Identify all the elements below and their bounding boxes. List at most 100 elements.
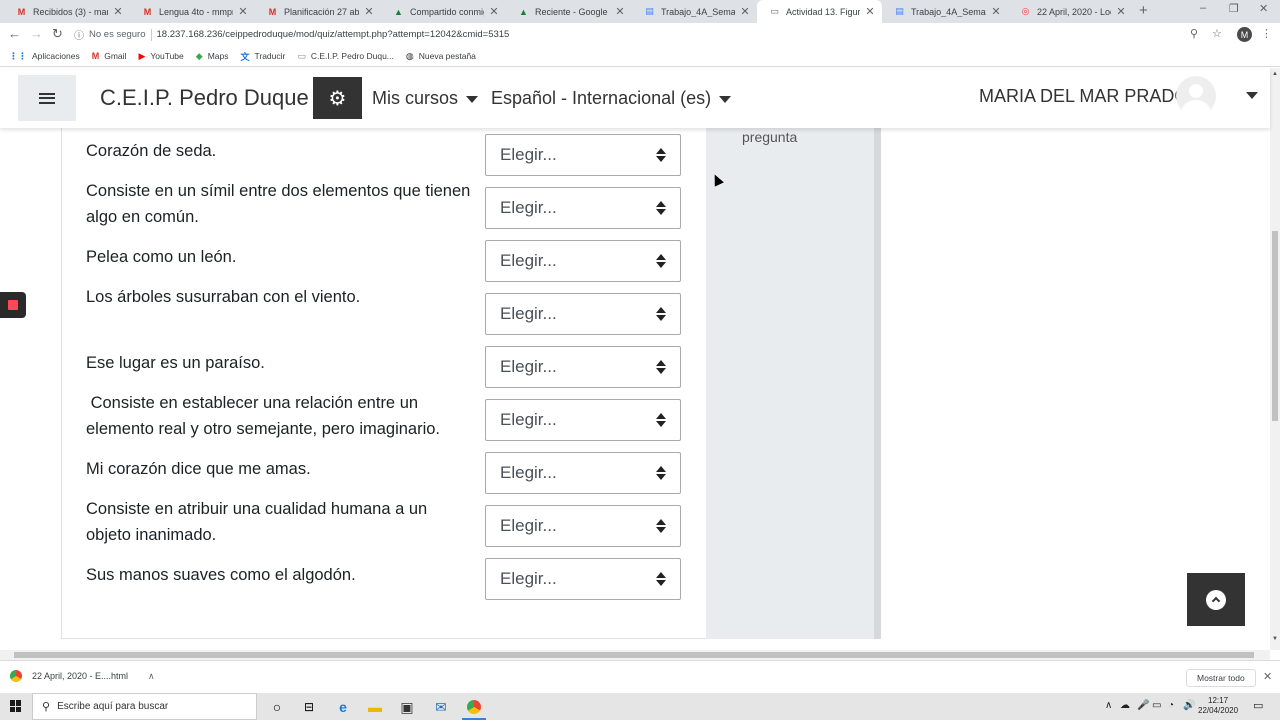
browser-menu-icon[interactable]: ⋮ [1261,27,1272,40]
bookmark-label: Maps [207,51,229,61]
close-tab-icon[interactable]: ✕ [363,5,375,18]
volume-icon[interactable]: 🔊 [1183,700,1195,711]
answer-select[interactable]: Elegir... [485,240,681,282]
task-view-icon[interactable]: ⊟ [300,698,318,716]
bookmark-item[interactable]: ◆ Maps [196,51,229,62]
site-name[interactable]: C.E.I.P. Pedro Duque [100,85,309,111]
profile-avatar[interactable]: M [1237,27,1252,42]
edge-icon[interactable]: e [334,698,352,716]
hamburger-menu-button[interactable] [18,75,76,121]
close-tab-icon[interactable]: ✕ [1115,5,1127,18]
page-content: pregunta Corazón de seda. Elegir... Consis… [0,128,1270,648]
store-icon[interactable]: ▣ [398,698,416,716]
bookmark-item[interactable]: ▭ C.E.I.P. Pedro Duqu... [297,51,394,62]
address-bar[interactable]: ⓘ No es seguro 18.237.168.236/ceippedrod… [74,25,1234,44]
scroll-up-icon[interactable]: ▲ [1272,71,1278,77]
column-divider [874,128,881,639]
cogs-menu-button[interactable]: ⚙ [313,77,362,119]
browser-tab[interactable]: ▲ Reciente - Google Drive ✕ [506,0,632,23]
scroll-down-icon[interactable]: ▼ [1272,636,1278,642]
search-icon: ⚲ [42,701,51,713]
answer-select[interactable]: Elegir... [485,346,681,388]
sort-arrows-icon [656,253,666,271]
restore-icon[interactable]: ❐ [1229,2,1239,15]
download-item[interactable]: 22 April, 2020 - E....html ∧ [10,670,155,682]
answer-select[interactable]: Elegir... [485,558,681,600]
minimize-icon[interactable]: – [1200,2,1206,14]
close-tab-icon[interactable]: ✕ [614,5,626,18]
file-explorer-icon[interactable]: ▬ [366,698,384,716]
bookmark-item[interactable]: ◍ Nueva pestaña [406,51,476,62]
answer-select[interactable]: Elegir... [485,187,681,229]
mail-icon[interactable]: ✉ [432,698,450,716]
reload-icon[interactable]: ↻ [52,26,63,42]
browser-tab[interactable]: ▭ Actividad 13. Figuras lit ✕ [757,0,882,23]
horizontal-scrollbar[interactable] [0,650,1270,660]
apps-grid-icon: ⋮⋮ [9,50,27,61]
chrome-icon[interactable] [462,698,486,720]
network-icon[interactable]: ◔ [1168,700,1174,711]
info-icon[interactable]: ⓘ [74,27,84,42]
answer-select[interactable]: Elegir... [485,399,681,441]
answer-select-value: Elegir... [500,516,557,535]
user-menu-caret-icon[interactable] [1246,92,1258,99]
browser-tab[interactable]: ▤ Trabajo_4A_Semana27 ✕ [882,0,1008,23]
horizontal-scroll-thumb[interactable] [14,652,1254,658]
tray-chevron-up-icon[interactable]: ∧ [1105,700,1112,711]
new-tab-icon[interactable]: + [1139,2,1148,19]
notifications-icon[interactable]: ▭ [1253,699,1263,712]
bookmark-item[interactable]: 文 Traducir [240,50,285,63]
close-tab-icon[interactable]: ✕ [112,5,124,18]
forward-icon[interactable]: → [30,26,43,41]
browser-tab-title: Actividad 13. Figuras lit [786,6,860,17]
show-all-downloads-button[interactable]: Mostrar todo [1186,669,1256,687]
bookmark-item[interactable]: ⋮⋮ Aplicaciones [9,51,80,62]
user-avatar[interactable] [1176,76,1216,116]
answer-select[interactable]: Elegir... [485,505,681,547]
windows-start-icon[interactable] [10,700,22,712]
url-text[interactable]: 18.237.168.236/ceippedroduque/mod/quiz/a… [157,29,510,40]
close-tab-icon[interactable]: ✕ [864,5,876,18]
browser-tab[interactable]: M Lengua 4to - mmprado ✕ [130,0,255,23]
close-tab-icon[interactable]: ✕ [488,5,500,18]
back-icon[interactable]: ← [8,26,21,41]
browser-tab[interactable]: M Recibidos (3) - mariadelmar ✕ [4,0,130,23]
browser-tab[interactable]: M Planificación 27 abril - ✕ [255,0,381,23]
close-tab-icon[interactable]: ✕ [739,5,751,18]
cortana-icon[interactable]: ○ [268,698,286,716]
onedrive-icon[interactable]: ☁ [1120,700,1130,711]
microphone-icon[interactable]: 🎤 [1137,700,1149,711]
vertical-scrollbar[interactable]: ▲ ▼ [1270,68,1280,650]
close-window-icon[interactable]: ✕ [1259,2,1268,15]
answer-select[interactable]: Elegir... [485,452,681,494]
system-clock[interactable]: 12:17 22/04/2020 [1198,696,1238,716]
user-name[interactable]: MARIA DEL MAR PRADO [979,86,1188,107]
close-tab-icon[interactable]: ✕ [237,5,249,18]
clock-time: 12:17 [1208,696,1229,705]
answer-select[interactable]: Elegir... [485,293,681,335]
bookmark-label: C.E.I.P. Pedro Duqu... [310,51,394,61]
loom-record-button[interactable] [0,292,26,318]
question-info-label[interactable]: pregunta [742,129,797,145]
close-icon[interactable]: ✕ [1263,670,1272,683]
bookmark-label: Nueva pestaña [418,51,476,61]
taskbar-search[interactable]: ⚲ Escribe aquí para buscar [32,693,257,720]
battery-icon[interactable]: ▭ [1152,700,1161,711]
browser-tab-title: Planificación 27 abril - [284,6,359,17]
question-item-text: Ese lugar es un paraíso. [86,354,265,372]
chevron-up-icon[interactable]: ∧ [148,671,155,682]
language-menu[interactable]: Español - Internacional (es) [491,88,732,109]
courses-menu[interactable]: Mis cursos [372,88,479,109]
moodle-icon: ▭ [297,50,306,61]
browser-tab[interactable]: ▤ Trabajo_4A_Semana27 ✕ [632,0,757,23]
vertical-scroll-thumb[interactable] [1272,231,1278,421]
browser-tab[interactable]: ▲ Compartido conmigo - ✕ [381,0,506,23]
answer-select[interactable]: Elegir... [485,134,681,176]
bookmark-item[interactable]: M Gmail [92,51,127,61]
browser-tab[interactable]: ◎ 22 April, 2020 - Loom ✕ [1008,0,1133,23]
back-to-top-button[interactable] [1187,573,1245,626]
bookmark-item[interactable]: ▶ YouTube [138,51,183,62]
bookmark-star-icon[interactable]: ☆ [1212,27,1222,40]
zoom-icon[interactable]: ⚲ [1190,27,1198,40]
close-tab-icon[interactable]: ✕ [990,5,1002,18]
